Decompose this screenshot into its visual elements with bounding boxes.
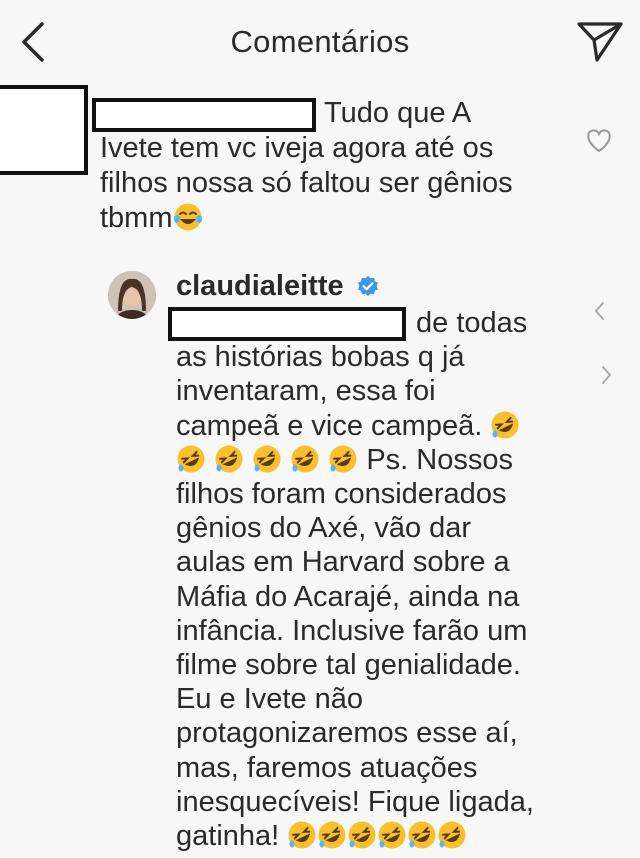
reply-text: de todas as histórias bobas q já inventa… bbox=[176, 306, 596, 853]
chevron-left-icon bbox=[594, 302, 604, 320]
reply-line1: de todas bbox=[416, 307, 528, 339]
chevron-right-icon bbox=[602, 366, 612, 384]
reply-username[interactable]: claudialeitte bbox=[176, 268, 344, 304]
rofl-emoji bbox=[317, 820, 347, 850]
rofl-emoji bbox=[437, 820, 467, 850]
rofl-emoji bbox=[328, 444, 358, 474]
reply-ps-text: Ps. Nossos filhos foram considerados gên… bbox=[176, 443, 534, 853]
tears-of-joy-emoji bbox=[173, 202, 203, 232]
paper-plane-icon[interactable] bbox=[575, 18, 625, 64]
rofl-emoji bbox=[407, 820, 437, 850]
top-bar: Comentários bbox=[0, 0, 640, 90]
redacted-avatar-box bbox=[0, 85, 88, 175]
rofl-emoji bbox=[377, 820, 407, 850]
rofl-emoji bbox=[214, 444, 244, 474]
heart-icon[interactable] bbox=[584, 126, 614, 154]
rofl-emoji bbox=[252, 444, 282, 474]
redacted-mention bbox=[168, 307, 406, 341]
redacted-username bbox=[92, 98, 316, 132]
reply-body: as histórias bobas q já inventaram, essa… bbox=[176, 341, 483, 442]
rofl-emoji bbox=[176, 444, 206, 474]
rofl-emoji bbox=[490, 410, 520, 440]
rofl-emoji bbox=[287, 820, 317, 850]
verified-badge-icon bbox=[358, 276, 378, 296]
page-title: Comentários bbox=[230, 24, 410, 59]
rofl-emoji bbox=[347, 820, 377, 850]
avatar[interactable] bbox=[108, 271, 156, 319]
rofl-emoji bbox=[290, 444, 320, 474]
